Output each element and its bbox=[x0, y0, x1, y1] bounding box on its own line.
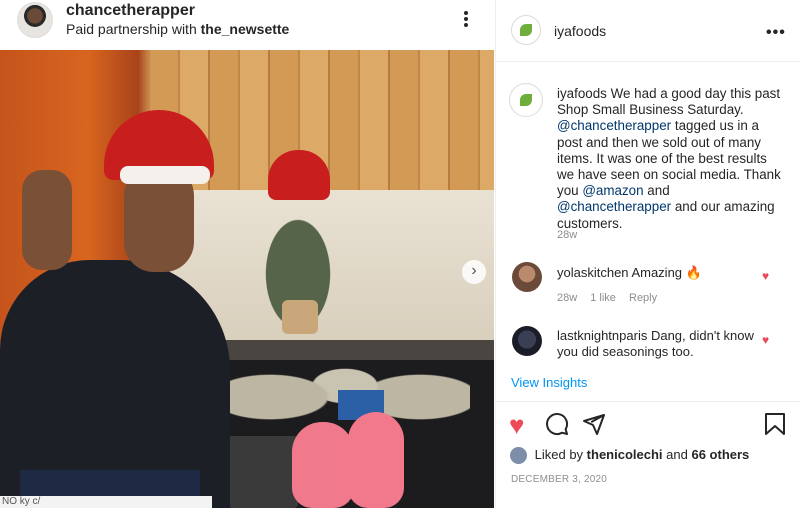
liked-by: Liked by thenicolechi and 66 others bbox=[510, 447, 749, 465]
heart-icon[interactable]: ♥ bbox=[762, 270, 774, 282]
tree-santa-hat bbox=[268, 150, 330, 200]
next-arrow-icon[interactable]: › bbox=[462, 260, 486, 284]
post-date: DECEMBER 3, 2020 bbox=[511, 474, 608, 485]
leaf-logo-icon bbox=[520, 94, 532, 106]
liker-name[interactable]: thenicolechi bbox=[587, 447, 663, 462]
peace-sign-hand bbox=[22, 170, 72, 270]
mention-link[interactable]: @amazon bbox=[582, 183, 643, 198]
lung-plush-right bbox=[348, 412, 404, 508]
view-insights-link[interactable]: View Insights bbox=[511, 375, 587, 390]
comment: yolaskitchen Amazing 🔥 bbox=[557, 265, 762, 281]
partner-name[interactable]: the_newsette bbox=[201, 21, 290, 37]
status-url: NO ky c/ bbox=[0, 496, 212, 508]
mention-link[interactable]: @chancetherapper bbox=[557, 118, 671, 133]
share-icon[interactable] bbox=[582, 412, 608, 438]
comment-text: Amazing 🔥 bbox=[631, 265, 702, 280]
comment: lastknightnparis Dang, didn't know you d… bbox=[557, 328, 762, 360]
account-name[interactable]: iyafoods bbox=[554, 23, 606, 39]
lung-plush-left bbox=[292, 422, 354, 508]
post-column: chancetherapper Paid partnership with th… bbox=[0, 0, 494, 508]
liked-by-mid: and bbox=[666, 447, 688, 462]
author-avatar[interactable] bbox=[17, 2, 53, 38]
reply-button[interactable]: Reply bbox=[629, 292, 657, 304]
partnership-prefix: Paid partnership with bbox=[66, 21, 197, 37]
account-avatar[interactable] bbox=[511, 15, 541, 45]
comment-user[interactable]: yolaskitchen bbox=[557, 265, 629, 280]
comment-likes[interactable]: 1 like bbox=[590, 292, 616, 304]
liked-by-prefix: Liked by bbox=[534, 447, 584, 462]
bookmark-icon[interactable] bbox=[764, 412, 790, 438]
more-icon[interactable]: ••• bbox=[766, 24, 786, 42]
action-bar: ♥ Liked by thenicolechi and 66 others DE… bbox=[496, 401, 800, 508]
author-name[interactable]: chancetherapper bbox=[66, 2, 195, 20]
liker-avatar[interactable] bbox=[510, 447, 527, 465]
partnership-line: Paid partnership with the_newsette bbox=[66, 21, 289, 37]
others-count[interactable]: 66 others bbox=[691, 447, 749, 462]
caption-text-3: and bbox=[647, 183, 670, 199]
santa-hat-band bbox=[120, 166, 210, 184]
heart-icon[interactable]: ♥ bbox=[509, 412, 535, 438]
leaf-logo-icon bbox=[520, 24, 532, 36]
post-header: chancetherapper Paid partnership with th… bbox=[0, 0, 494, 48]
caption-timestamp: 28w bbox=[557, 229, 578, 241]
commenter-avatar[interactable] bbox=[512, 326, 542, 356]
post-photo[interactable]: › bbox=[0, 50, 494, 508]
mention-link[interactable]: @chancetherapper bbox=[557, 199, 671, 214]
panel-header: iyafoods ••• bbox=[496, 0, 800, 62]
comment-time: 28w bbox=[557, 292, 578, 304]
heart-icon[interactable]: ♥ bbox=[762, 334, 774, 346]
comment-meta: 28w 1 like Reply bbox=[557, 292, 667, 304]
caption-avatar[interactable] bbox=[509, 83, 543, 117]
caption: iyafoods We had a good day this past Sho… bbox=[557, 86, 787, 232]
comment-user[interactable]: lastknightnparis bbox=[557, 328, 647, 343]
caption-user[interactable]: iyafoods bbox=[557, 86, 607, 101]
kebab-menu-icon[interactable] bbox=[456, 10, 476, 30]
comment-icon[interactable] bbox=[545, 412, 571, 438]
side-panel: iyafoods ••• iyafoods We had a good day … bbox=[495, 0, 800, 508]
commenter-avatar[interactable] bbox=[512, 262, 542, 292]
product-jars bbox=[228, 436, 298, 508]
